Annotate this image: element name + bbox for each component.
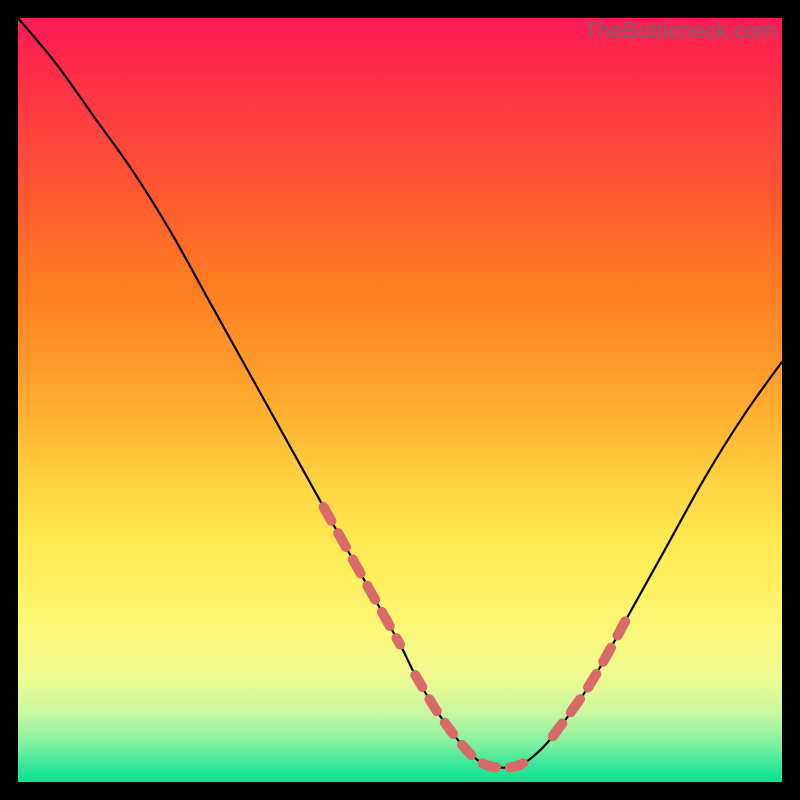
watermark-text: TheBottleneck.com	[584, 18, 776, 44]
bottleneck-curve	[18, 18, 782, 768]
plot-area	[18, 18, 782, 782]
curve-svg	[18, 18, 782, 782]
chart-frame: TheBottleneck.com	[18, 18, 782, 782]
dash-right-slope	[553, 614, 629, 736]
dash-bottom	[415, 675, 530, 768]
